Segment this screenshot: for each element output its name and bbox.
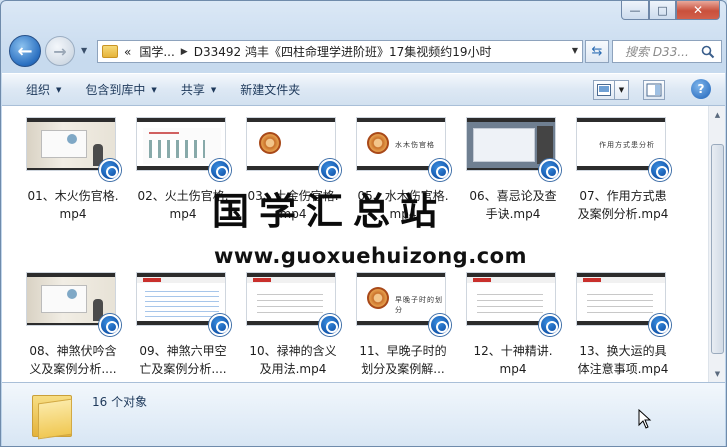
thumbnail-caption: 早晚子时的划分: [395, 296, 443, 314]
file-name-line1: 13、换大运的具: [579, 344, 667, 358]
recent-pages-dropdown[interactable]: ▼: [81, 46, 87, 55]
file-name-line2: 体注意事项.mp4: [577, 362, 669, 376]
refresh-button[interactable]: ⇆: [585, 40, 609, 63]
caption-buttons: — □ ✕: [621, 1, 720, 20]
media-player-icon: [649, 159, 671, 181]
organize-label: 组织: [26, 83, 51, 97]
item-count: 16 个对象: [92, 395, 148, 409]
file-name-line2: 义及案例分析....: [29, 362, 117, 376]
scroll-up-icon[interactable]: ▲: [711, 108, 724, 121]
vertical-scrollbar[interactable]: ▲ ▼: [708, 106, 725, 382]
forward-arrow-icon: →: [53, 41, 67, 61]
search-input[interactable]: 搜索 D33...: [612, 40, 722, 63]
search-icon[interactable]: [701, 45, 715, 59]
share-menu[interactable]: 共享 ▼: [181, 81, 216, 98]
thumbnail-caption: 作用方式患分析: [599, 141, 655, 149]
address-bar[interactable]: « 国学... ▶ D33492 鸿丰《四柱命理学进阶班》17集视频约19小时 …: [97, 40, 583, 63]
media-player-icon: [539, 314, 561, 336]
help-button[interactable]: ?: [691, 79, 711, 99]
media-player-icon: [99, 159, 121, 181]
file-name: 11、早晚子时的 划分及案例解...: [343, 342, 463, 378]
file-name-line2: 及案例分析.mp4: [577, 207, 669, 221]
new-folder-label: 新建文件夹: [240, 83, 301, 97]
file-name: 10、禄神的含义 及用法.mp4: [233, 342, 353, 378]
file-name-line2: 及用法.mp4: [259, 362, 327, 376]
media-player-icon: [429, 159, 451, 181]
explorer-window: — □ ✕ ← → ▼ « 国学... ▶ D33492 鸿丰《四柱命理学进阶班…: [0, 0, 727, 447]
refresh-icon: ⇆: [591, 44, 603, 59]
chevron-down-icon: ▼: [151, 85, 157, 94]
command-bar: 组织 ▼ 包含到库中 ▼ 共享 ▼ 新建文件夹 ▼ ?: [2, 73, 725, 106]
file-name-line2: 划分及案例解...: [361, 362, 445, 376]
organize-menu[interactable]: 组织 ▼: [26, 81, 61, 98]
media-player-icon: [99, 314, 121, 336]
file-name: 08、神煞伏吟含 义及案例分析....: [13, 342, 133, 378]
include-library-menu[interactable]: 包含到库中 ▼: [85, 81, 156, 98]
back-button[interactable]: ←: [9, 35, 41, 67]
details-pane: 16 个对象: [2, 382, 725, 446]
file-name: 09、神煞六甲空 亡及案例分析....: [123, 342, 243, 378]
preview-pane-icon: [646, 83, 662, 97]
file-name: 07、作用方式患 及案例分析.mp4: [563, 187, 683, 223]
view-dropdown[interactable]: ▼: [615, 80, 629, 100]
media-player-icon: [649, 314, 671, 336]
folder-icon: [32, 391, 72, 440]
file-name-line1: 10、禄神的含义: [249, 344, 337, 358]
forward-button[interactable]: →: [45, 36, 75, 66]
media-player-icon: [429, 314, 451, 336]
file-name: 12、十神精讲. mp4: [453, 342, 573, 378]
maximize-button[interactable]: □: [649, 1, 676, 20]
search-placeholder: 搜索 D33...: [625, 45, 689, 59]
thumbnail-caption: 水木伤官格: [395, 141, 435, 149]
watermark-title: 国学汇总站: [212, 190, 447, 233]
file-name: 13、换大运的具 体注意事项.mp4: [563, 342, 683, 378]
media-player-icon: [319, 159, 341, 181]
scroll-down-icon[interactable]: ▼: [711, 367, 724, 380]
share-label: 共享: [180, 83, 205, 97]
file-name-line1: 07、作用方式患: [579, 189, 667, 203]
file-name-line1: 06、喜忌论及查: [469, 189, 557, 203]
breadcrumb-overflow[interactable]: «: [124, 45, 131, 59]
media-player-icon: [209, 314, 231, 336]
file-name-line1: 12、十神精讲.: [473, 344, 553, 358]
file-name-line1: 01、木火伤官格.: [27, 189, 119, 203]
file-name-line2: mp4: [499, 362, 527, 376]
new-folder-button[interactable]: 新建文件夹: [240, 81, 300, 98]
breadcrumb-chevron-icon[interactable]: ▶: [181, 47, 188, 57]
breadcrumb-parent[interactable]: 国学...: [139, 43, 174, 60]
media-player-icon: [319, 314, 341, 336]
breadcrumb-current[interactable]: D33492 鸿丰《四柱命理学进阶班》17集视频约19小时: [194, 43, 492, 60]
file-name: 06、喜忌论及查 手诀.mp4: [453, 187, 573, 223]
file-name: 01、木火伤官格. mp4: [13, 187, 133, 223]
change-view-button[interactable]: [593, 80, 615, 100]
media-player-icon: [209, 159, 231, 181]
include-library-label: 包含到库中: [85, 83, 146, 97]
address-dropdown-icon[interactable]: ▼: [572, 46, 578, 55]
preview-pane-button[interactable]: [643, 80, 665, 100]
file-name-line2: mp4: [59, 207, 87, 221]
back-arrow-icon: ←: [17, 40, 33, 62]
chevron-down-icon: ▼: [56, 85, 62, 94]
mouse-cursor-icon: [638, 409, 652, 429]
watermark-url: www.guoxuehuizong.com: [214, 244, 527, 268]
close-button[interactable]: ✕: [676, 1, 720, 20]
file-name-line1: 09、神煞六甲空: [139, 344, 227, 358]
file-name-line2: 手诀.mp4: [485, 207, 541, 221]
minimize-button[interactable]: —: [621, 1, 649, 20]
file-name-line2: 亡及案例分析....: [139, 362, 227, 376]
file-name-line1: 08、神煞伏吟含: [29, 344, 117, 358]
chevron-down-icon: ▼: [210, 85, 217, 94]
media-player-icon: [539, 159, 561, 181]
folder-icon: [102, 45, 118, 58]
view-icon: [597, 84, 611, 96]
file-name-line1: 11、早晚子时的: [359, 344, 447, 358]
scrollbar-thumb[interactable]: [711, 144, 724, 354]
